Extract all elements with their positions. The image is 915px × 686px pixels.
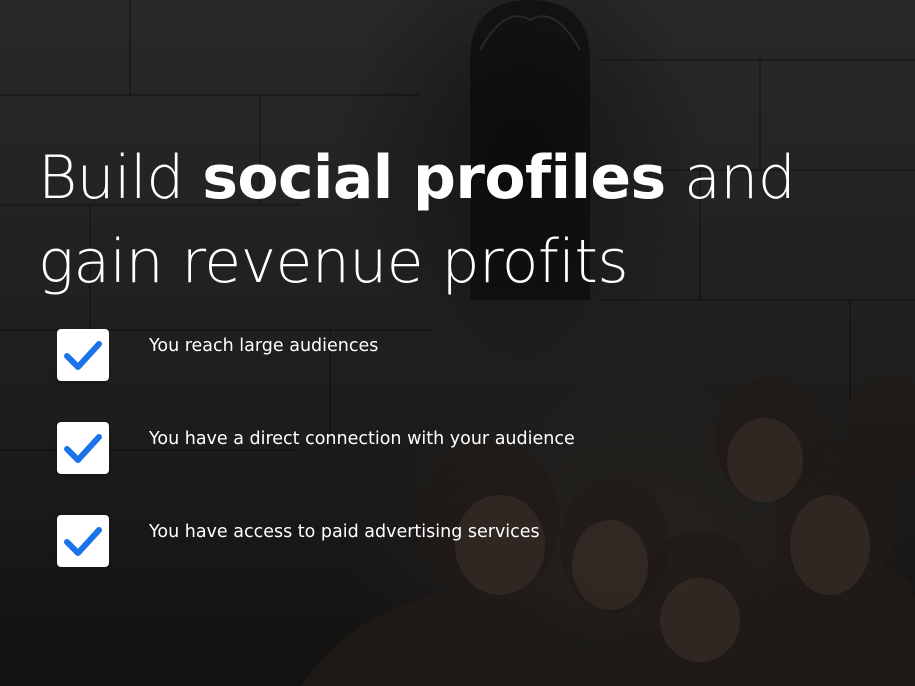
hero-headline: Build social profiles and gain revenue p… (38, 136, 908, 304)
checkmark-icon (57, 329, 109, 381)
hero-section: Build social profiles and gain revenue p… (0, 0, 915, 686)
checkmark-icon (57, 515, 109, 567)
checkmark-icon (57, 422, 109, 474)
feature-label: You have access to paid advertising serv… (149, 522, 540, 542)
headline-text-part1: Build (38, 143, 203, 213)
headline-emphasis: social profiles (202, 143, 666, 213)
feature-label: You have a direct connection with your a… (149, 429, 575, 449)
dark-overlay (0, 0, 915, 686)
feature-label: You reach large audiences (149, 336, 379, 356)
